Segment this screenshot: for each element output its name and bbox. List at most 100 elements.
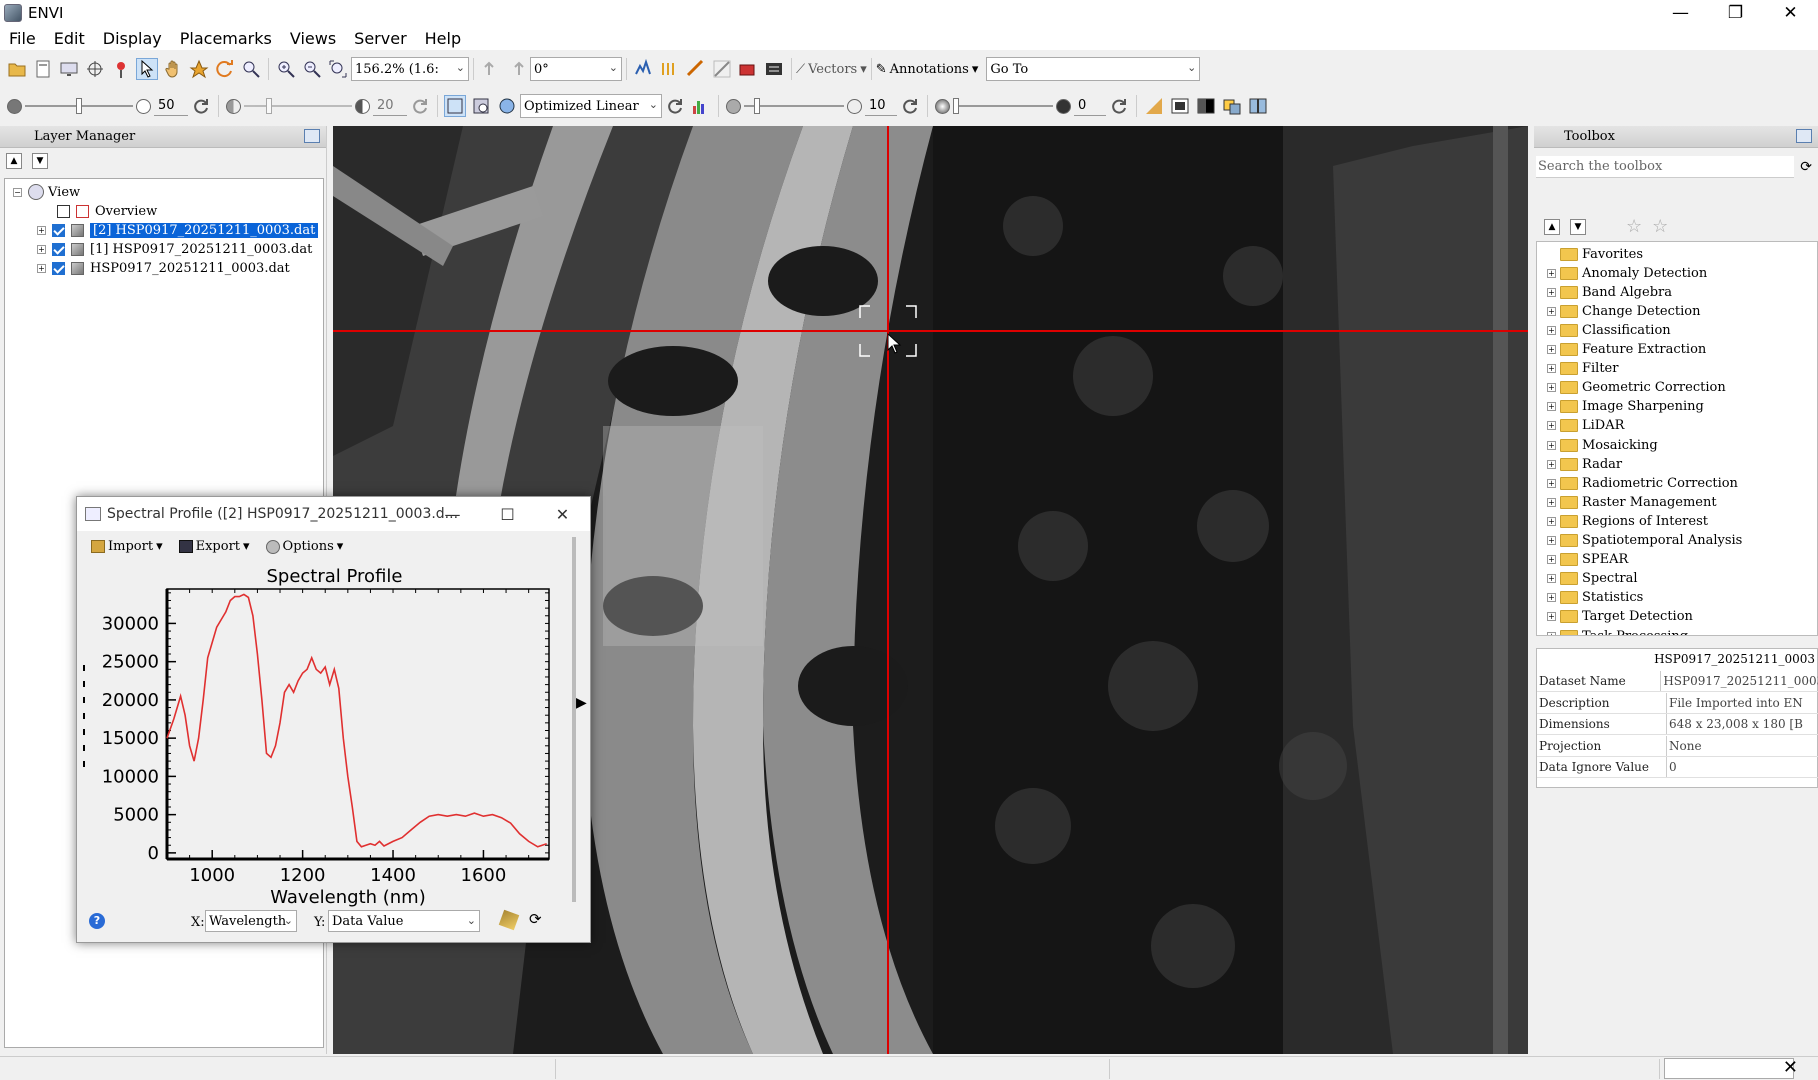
toolbox-folder[interactable]: + Radiometric Correction (1547, 474, 1738, 492)
y-axis-combo[interactable]: Data Value ⌄ (328, 910, 480, 932)
remove-favorite-icon[interactable]: ☆ (1652, 216, 1668, 237)
histogram-icon[interactable] (690, 95, 712, 117)
transparency-slider[interactable] (953, 96, 1053, 116)
expand-toggle-icon[interactable]: + (1547, 383, 1556, 393)
layer-2-checkbox[interactable] (52, 223, 65, 237)
stretch-globe-icon[interactable] (496, 95, 518, 117)
overview-checkbox[interactable] (57, 204, 70, 218)
restore-button[interactable]: ❐ (1708, 0, 1763, 26)
blend-icon[interactable] (1195, 95, 1217, 117)
expand-toggle-icon[interactable]: + (1547, 593, 1556, 603)
expand-toggle-icon[interactable]: + (37, 244, 46, 254)
view-layout-icon[interactable] (1169, 95, 1191, 117)
rotate-icon[interactable] (214, 58, 236, 80)
zoom-in-icon[interactable] (275, 58, 297, 80)
measure-icon[interactable] (685, 58, 707, 80)
expand-toggle-icon[interactable]: + (1547, 555, 1556, 565)
toolbox-folder[interactable]: + Statistics (1547, 589, 1643, 607)
toolbox-search-input[interactable]: Search the toolbox (1536, 156, 1794, 178)
transparency-value[interactable]: 0 (1074, 96, 1106, 116)
expand-toggle-icon[interactable]: + (1547, 306, 1556, 316)
toolbox-folder[interactable]: + Radar (1547, 455, 1622, 473)
contrast-value[interactable]: 20 (373, 96, 407, 116)
reset-sharpen-icon[interactable] (899, 95, 921, 117)
close-button[interactable]: ✕ (1763, 0, 1818, 26)
tree-row-layer-1[interactable]: + [1] HSP0917_20251211_0003.dat (37, 240, 312, 258)
menu-edit[interactable]: Edit (45, 29, 94, 48)
expand-toggle-icon[interactable]: + (1547, 459, 1556, 469)
refresh-icon[interactable]: ⟳ (529, 910, 542, 928)
toolbox-folder[interactable]: + LiDAR (1547, 417, 1624, 435)
toolbox-folder[interactable]: + Band Algebra (1547, 283, 1672, 301)
expand-toggle-icon[interactable]: + (1547, 287, 1556, 297)
toolbox-folder[interactable]: + Spatiotemporal Analysis (1547, 532, 1742, 550)
toolbox-folder[interactable]: + Mosaicking (1547, 436, 1658, 454)
toolbox-folder[interactable]: + Regions of Interest (1547, 512, 1708, 530)
expand-all-icon[interactable]: ▼ (1570, 218, 1586, 235)
sharpen-slider[interactable] (744, 96, 844, 116)
expand-toggle-icon[interactable]: + (1547, 612, 1556, 622)
pin-icon[interactable] (304, 129, 320, 143)
toolbox-folder[interactable]: + Classification (1547, 321, 1671, 339)
expand-toggle-icon[interactable]: + (1547, 402, 1556, 412)
pan-hand-icon[interactable] (162, 58, 184, 80)
fly-icon[interactable] (188, 58, 210, 80)
spectral-profile-icon[interactable] (633, 58, 655, 80)
toolbox-folder[interactable]: + Anomaly Detection (1547, 264, 1707, 282)
brightness-slider[interactable] (25, 96, 133, 116)
export-menu[interactable]: Export ▾ (178, 539, 250, 554)
refresh-stretch-icon[interactable] (664, 95, 686, 117)
expand-toggle-icon[interactable]: + (1547, 421, 1556, 431)
reset-brightness-icon[interactable] (190, 95, 212, 117)
annotations-dropdown[interactable]: ✎ Annotations ▾ (876, 62, 979, 77)
goto-combo[interactable]: Go To ⌄ (986, 57, 1201, 81)
toolbox-folder[interactable]: + Task Processing (1547, 627, 1688, 635)
toolbox-folder[interactable]: + Feature Extraction (1547, 341, 1706, 359)
chip-icon[interactable] (1143, 95, 1165, 117)
portal-icon[interactable] (737, 58, 759, 80)
vector-create-icon[interactable] (711, 58, 733, 80)
menu-help[interactable]: Help (416, 29, 470, 48)
options-menu[interactable]: Options ▾ (265, 539, 343, 554)
toolbox-folder[interactable]: + SPEAR (1547, 551, 1628, 569)
expand-toggle-icon[interactable]: + (1547, 574, 1556, 584)
expand-toggle-icon[interactable]: + (1547, 440, 1556, 450)
expand-arrow-icon[interactable]: ▶ (576, 695, 587, 711)
help-icon[interactable]: ? (89, 913, 105, 929)
expand-toggle-icon[interactable]: + (1547, 516, 1556, 526)
zoom-tool-icon[interactable] (240, 58, 262, 80)
toolbox-folder[interactable]: + Target Detection (1547, 608, 1693, 626)
rotation-combo[interactable]: 0° ⌄ (530, 57, 622, 81)
spectral-minimize-button[interactable]: — (425, 497, 480, 531)
crosshair-icon[interactable] (84, 58, 106, 80)
expand-all-icon[interactable]: ▼ (32, 153, 48, 169)
vectors-dropdown[interactable]: ⟋ Vectors ▾ (796, 62, 867, 77)
minimize-button[interactable]: — (1653, 0, 1708, 26)
expand-toggle-icon[interactable]: + (1547, 364, 1556, 374)
expand-toggle-icon[interactable]: + (1547, 325, 1556, 335)
toolbox-folder[interactable]: + Raster Management (1547, 493, 1717, 511)
stretch-combo[interactable]: Optimized Linear ⌄ (520, 94, 662, 118)
brightness-value[interactable]: 50 (154, 96, 188, 116)
expand-toggle-icon[interactable]: + (1547, 536, 1556, 545)
reset-transparency-icon[interactable] (1108, 95, 1130, 117)
toolbox-folder[interactable]: + Spectral (1547, 570, 1638, 588)
layer-0-checkbox[interactable] (52, 261, 65, 275)
x-axis-combo[interactable]: Wavelength ⌄ (205, 910, 297, 932)
cursor-value-icon[interactable] (763, 58, 785, 80)
rotate-left-icon[interactable] (480, 58, 502, 80)
tree-row-layer-2[interactable]: + [2] HSP0917_20251211_0003.dat (37, 221, 319, 239)
import-menu[interactable]: Import ▾ (91, 539, 163, 554)
pin-icon[interactable] (1796, 129, 1812, 143)
data-manager-icon[interactable] (32, 58, 54, 80)
display-icon[interactable] (58, 58, 80, 80)
menu-placemarks[interactable]: Placemarks (171, 29, 281, 48)
tree-row-overview[interactable]: Overview (57, 202, 157, 220)
scrollbar[interactable] (572, 537, 576, 902)
swipe-icon[interactable] (1247, 95, 1269, 117)
spectral-close-button[interactable]: ✕ (535, 497, 590, 531)
rotate-right-icon[interactable] (506, 58, 528, 80)
cancel-icon[interactable]: ✕ (1783, 1057, 1798, 1078)
band-animation-icon[interactable] (659, 58, 681, 80)
refresh-icon[interactable]: ⟳ (1800, 159, 1812, 175)
